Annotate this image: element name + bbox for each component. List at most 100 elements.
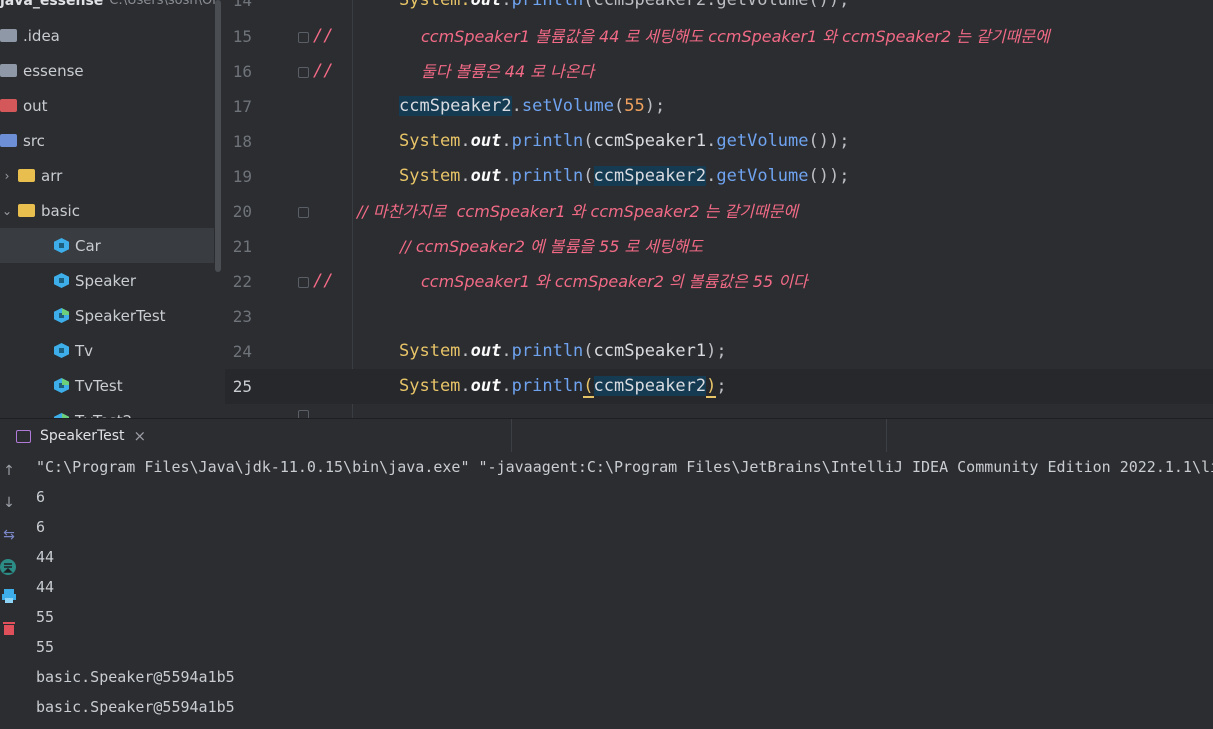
fold-marker-icon[interactable] (298, 32, 309, 43)
tree-item-speaker[interactable]: Speaker (0, 263, 214, 298)
code-line-20[interactable]: 20 // 마찬가지로 ccmSpeaker1 와 ccmSpeaker2 는 … (225, 194, 1213, 229)
tree-item-car[interactable]: Car (0, 228, 214, 263)
tree-item-tvtest2[interactable]: TvTest2 (0, 403, 214, 418)
line-number: 22 (232, 272, 252, 291)
comment-text: // 마찬가지로 ccmSpeaker1 와 ccmSpeaker2 는 같기때… (357, 202, 799, 221)
code-line-19[interactable]: 19 System.out.println(ccmSpeaker2.getVol… (225, 159, 1213, 194)
code-text: System.out.println(ccmSpeaker2); (399, 376, 727, 398)
tree-item-label: Car (75, 236, 101, 255)
code-line-23[interactable]: 23 (225, 299, 1213, 334)
comment-text: // ccmSpeaker2 에 볼륨을 55 로 세팅해도 (400, 237, 704, 256)
tree-item-tvtest[interactable]: TvTest (0, 368, 214, 403)
folder-icon (18, 169, 35, 182)
comment-text: 둘다 볼륨은 44 로 나온다 (421, 62, 595, 81)
run-console-panel: ↑ ↓ ⇆ "C:\Program Files\Java\jdk-11.0.15… (0, 452, 1213, 729)
console-command-line: "C:\Program Files\Java\jdk-11.0.15\bin\j… (36, 458, 1213, 476)
chevron-icon[interactable]: ⌄ (0, 204, 14, 218)
tree-item-basic[interactable]: ⌄ basic (0, 193, 214, 228)
run-config-icon (16, 429, 31, 443)
code-line-18[interactable]: 18 System.out.println(ccmSpeaker1.getVol… (225, 124, 1213, 159)
folder-icon (0, 29, 17, 42)
java-class-icon (54, 378, 69, 393)
trash-icon[interactable] (0, 620, 18, 642)
tree-item-label: .idea (23, 26, 60, 45)
console-output-line: basic.Speaker@5594a1b5 (36, 698, 235, 716)
fold-marker-icon[interactable] (298, 410, 309, 418)
tree-item-arr[interactable]: › arr (0, 158, 214, 193)
fold-marker-icon[interactable] (298, 67, 309, 78)
tree-item-speakertest[interactable]: SpeakerTest (0, 298, 214, 333)
tree-item-tv[interactable]: Tv (0, 333, 214, 368)
console-output-line: 6 (36, 488, 46, 506)
line-number: 16 (232, 62, 252, 81)
code-line-21[interactable]: 21 // ccmSpeaker2 에 볼륨을 55 로 세팅해도 (225, 229, 1213, 264)
code-text: System.out.println(ccmSpeaker1.getVolume… (399, 131, 850, 151)
fold-marker-icon[interactable] (298, 277, 309, 288)
code-line-15[interactable]: 15 // ccmSpeaker1 볼륨값을 44 로 세팅해도 ccmSpea… (225, 19, 1213, 54)
line-number: 20 (232, 202, 252, 221)
code-line-22[interactable]: 22 // ccmSpeaker1 와 ccmSpeaker2 의 볼륨값은 5… (225, 264, 1213, 299)
folder-icon (0, 99, 17, 112)
line-number: 21 (232, 237, 252, 256)
tree-item-idea[interactable]: .idea (0, 18, 214, 53)
comment-slashes: // (313, 61, 334, 81)
folder-icon (0, 64, 17, 77)
code-text: System.out.println(ccmSpeaker2.getVolume… (399, 166, 850, 186)
folder-icon (0, 134, 17, 147)
java-class-icon (54, 238, 69, 253)
tree-item-label: src (23, 131, 45, 150)
line-number: 15 (232, 27, 252, 46)
run-tab-speakertest[interactable]: SpeakerTest × (0, 419, 163, 455)
tree-item-label: TvTest (75, 376, 123, 395)
code-editor[interactable]: 14 System.out.println(ccmSpeaker2.getVol… (225, 0, 1213, 418)
tree-item-label: arr (41, 166, 63, 185)
soft-wrap-icon[interactable]: ⇆ (0, 524, 18, 546)
line-number: 18 (232, 132, 252, 151)
comment-slashes: // (313, 26, 334, 46)
tabbar-divider (886, 419, 887, 453)
scroll-to-end-icon[interactable] (0, 556, 18, 578)
console-output-line: 55 (36, 608, 55, 626)
project-tree: java_essense C:\Users\sosh\Or .idea essen… (0, 0, 222, 418)
comment-slashes: // (313, 271, 334, 291)
code-line-24[interactable]: 24 System.out.println(ccmSpeaker1); (225, 334, 1213, 369)
folder-icon (18, 204, 35, 217)
code-line-14[interactable]: 14 System.out.println(ccmSpeaker2.getVol… (225, 0, 1213, 18)
code-line-17[interactable]: 17 ccmSpeaker2.setVolume(55); (225, 89, 1213, 124)
fold-marker-icon[interactable] (298, 207, 309, 218)
console-output-line: 6 (36, 518, 46, 536)
chevron-icon[interactable]: › (0, 169, 14, 183)
code-line-26[interactable] (225, 404, 1213, 418)
tree-item-label: Tv (75, 341, 94, 360)
project-root[interactable]: java_essense C:\Users\sosh\Or (0, 0, 218, 18)
code-line-25[interactable]: 25 System.out.println(ccmSpeaker2); (225, 369, 1213, 404)
console-toolbar: ↑ ↓ ⇆ (0, 452, 22, 729)
tree-item-out[interactable]: out (0, 88, 214, 123)
line-number: 17 (232, 97, 252, 116)
tree-item-label: Speaker (75, 271, 137, 290)
console-output-line: basic.Speaker@5594a1b5 (36, 668, 235, 686)
code-line-16[interactable]: 16 // 둘다 볼륨은 44 로 나온다 (225, 54, 1213, 89)
run-tool-tabbar: SpeakerTest × (0, 418, 1213, 455)
code-text: ccmSpeaker2.setVolume(55); (399, 96, 666, 116)
scroll-up-icon[interactable]: ↑ (0, 460, 18, 482)
console-output-line: 44 (36, 548, 55, 566)
java-class-icon (54, 273, 69, 288)
scroll-down-icon[interactable]: ↓ (0, 492, 18, 514)
tree-item-label: SpeakerTest (75, 306, 166, 325)
code-text: System.out.println(ccmSpeaker1); (399, 341, 727, 361)
run-tab-label: SpeakerTest (40, 428, 125, 444)
print-icon[interactable] (0, 588, 18, 610)
console-output-line: 55 (36, 638, 55, 656)
tree-item-src[interactable]: src (0, 123, 214, 158)
tree-item-label: essense (23, 61, 84, 80)
tree-scrollbar[interactable] (215, 0, 221, 272)
java-class-icon (54, 308, 69, 323)
line-number: 23 (232, 307, 252, 326)
close-icon[interactable]: × (134, 427, 147, 445)
code-text: System.out.println(ccmSpeaker2.getVolume… (399, 0, 850, 10)
tree-item-essense[interactable]: essense (0, 53, 214, 88)
console-output[interactable]: "C:\Program Files\Java\jdk-11.0.15\bin\j… (36, 452, 1213, 729)
comment-text: ccmSpeaker1 와 ccmSpeaker2 의 볼륨값은 55 이다 (421, 272, 808, 291)
project-path: C:\Users\sosh\Or (109, 0, 218, 8)
